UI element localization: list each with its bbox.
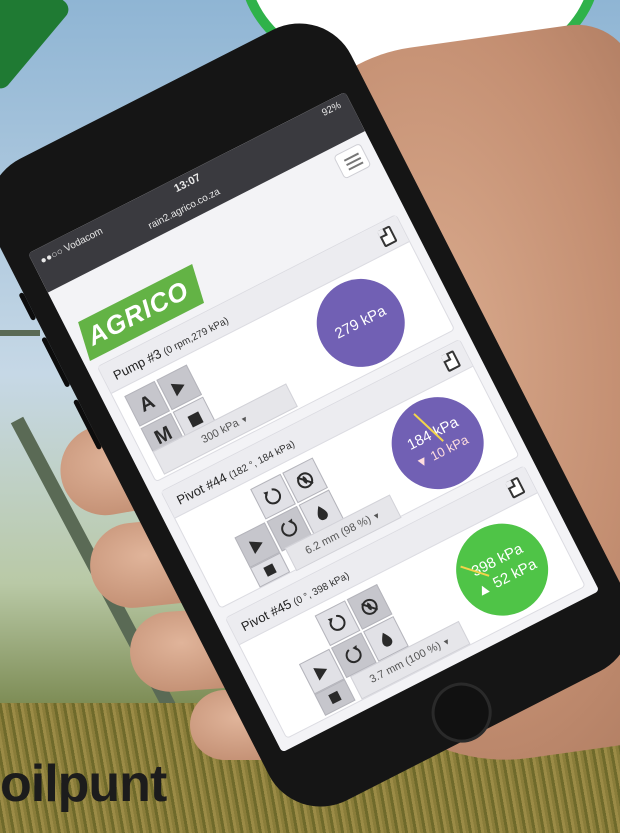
clock: 13:07 bbox=[172, 171, 203, 196]
pump-dial-value: 279 kPa bbox=[332, 302, 389, 343]
pump-name: Pump #3 bbox=[110, 345, 164, 383]
pump-detail: (0 rpm,279 kPa) bbox=[161, 315, 231, 358]
background-headline: oilpunt bbox=[0, 755, 167, 813]
chevron-down-icon: ▼ bbox=[440, 635, 453, 648]
address-bar-url[interactable]: rain2.agrico.co.za bbox=[147, 186, 222, 232]
copy-icon[interactable] bbox=[440, 349, 462, 373]
carrier-label: ●●○○ Vodacom bbox=[38, 225, 105, 267]
hamburger-icon[interactable] bbox=[333, 142, 372, 180]
spacer bbox=[219, 583, 232, 607]
chevron-down-icon: ▼ bbox=[370, 509, 383, 522]
pivot-45-name: Pivot #45 bbox=[238, 596, 294, 635]
copy-icon[interactable] bbox=[377, 225, 398, 248]
copy-icon[interactable] bbox=[505, 476, 526, 499]
pivot-44-name: Pivot #44 bbox=[174, 469, 230, 508]
chevron-down-icon: ▼ bbox=[238, 413, 251, 426]
background-green-shape bbox=[0, 0, 73, 93]
battery-level: 92% bbox=[320, 99, 344, 119]
pivot-structure-bar bbox=[0, 330, 40, 336]
